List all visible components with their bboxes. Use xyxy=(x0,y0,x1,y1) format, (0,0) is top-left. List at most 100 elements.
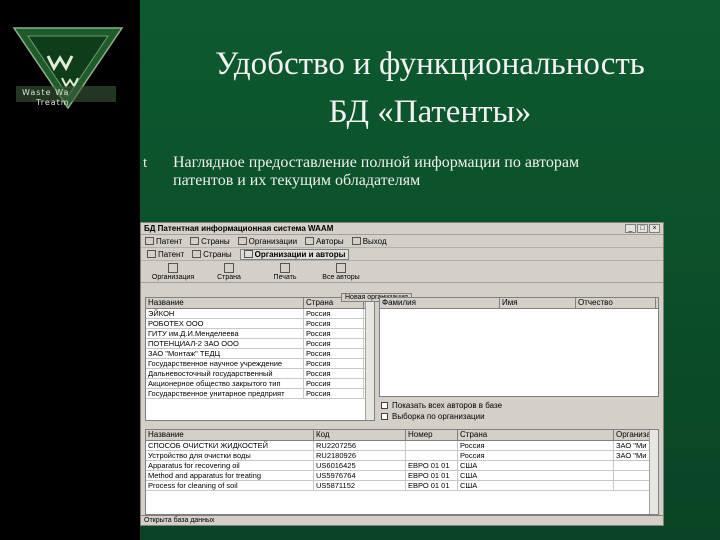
smiley-icon xyxy=(224,263,234,273)
toolbar-button-4[interactable]: Все авторы xyxy=(313,263,369,282)
table-row[interactable]: Государственное унитарное предприят Росси… xyxy=(146,389,374,399)
table-row[interactable]: Акционерное общество закрытого тип Россия xyxy=(146,379,374,389)
table-cell: Государственное научное учреждение xyxy=(146,359,304,368)
globe-icon xyxy=(192,250,202,258)
table-cell: US5871152 xyxy=(314,481,406,490)
authors-col-lastname[interactable]: Фамилия xyxy=(380,298,500,308)
table-cell: Россия xyxy=(304,339,364,348)
logo-line2: Treatm xyxy=(36,98,70,107)
authors-grid[interactable]: Фамилия Имя Отчество xyxy=(379,297,659,397)
patents-vscrollbar[interactable] xyxy=(649,430,658,514)
tab-2[interactable]: Страны xyxy=(192,250,232,259)
authors-col-firstname[interactable]: Имя xyxy=(500,298,576,308)
menu-item-4[interactable]: Авторы xyxy=(305,237,344,246)
window-title: БД Патентная информационная система WAAM xyxy=(144,224,334,233)
table-cell: RU2207256 xyxy=(314,441,406,450)
table-cell: США xyxy=(458,461,614,470)
table-cell: Акционерное общество закрытого тип xyxy=(146,379,304,388)
authors-col-patronymic[interactable]: Отчество xyxy=(576,298,656,308)
table-cell: Россия xyxy=(304,329,364,338)
table-cell: Россия xyxy=(304,369,364,378)
toolbar-button-label: Печать xyxy=(273,274,297,281)
table-row[interactable]: Устройство для очистки воды RU2180926 Росс… xyxy=(146,451,658,461)
close-button[interactable]: × xyxy=(649,224,660,233)
table-cell: Method and apparatus for treating xyxy=(146,471,314,480)
patents-grid[interactable]: Название Код Номер Страна Организация СП… xyxy=(145,429,659,515)
app-window: БД Патентная информационная система WAAM… xyxy=(140,222,664,526)
patents-col-code[interactable]: Код xyxy=(314,430,406,440)
menu-item-1[interactable]: Патент xyxy=(145,237,182,246)
table-cell: ЗАО "Монтаж" ТЕДЦ xyxy=(146,349,304,358)
menubar: Патент Страны Организации Авторы Выход xyxy=(141,235,663,248)
organizations-grid[interactable]: Название Страна ЭЙКОН Россия РОБОТЕХ ООО Ро… xyxy=(145,297,375,421)
logo-caption: Waste Wa Treatm xyxy=(22,88,70,108)
table-cell: Устройство для очистки воды xyxy=(146,451,314,460)
table-cell: США xyxy=(458,481,614,490)
globe-icon xyxy=(190,237,200,245)
status-bar: Открыта база данных xyxy=(141,515,663,525)
patents-col-title[interactable]: Название xyxy=(146,430,314,440)
table-cell: ПОТЕНЦИАЛ-2 ЗАО ООО xyxy=(146,339,304,348)
table-row[interactable]: ПОТЕНЦИАЛ-2 ЗАО ООО Россия xyxy=(146,339,374,349)
maximize-button[interactable]: □ xyxy=(637,224,648,233)
table-cell: US5976764 xyxy=(314,471,406,480)
authors-icon xyxy=(305,237,315,245)
menu-item-label: Авторы xyxy=(316,236,344,246)
table-row[interactable]: ЭЙКОН Россия xyxy=(146,309,374,319)
bullet-marker: t xyxy=(143,155,148,171)
table-cell xyxy=(406,451,458,460)
table-row[interactable]: Дальневосточный государственный Россия xyxy=(146,369,374,379)
table-cell xyxy=(614,461,654,470)
organization-icon xyxy=(168,263,178,273)
table-cell: Россия xyxy=(304,389,364,398)
menu-item-3[interactable]: Организации xyxy=(237,237,297,246)
toolbar-button-label: Страна xyxy=(217,274,241,281)
menu-item-2[interactable]: Страны xyxy=(190,237,230,246)
tab-label: Страны xyxy=(203,249,232,259)
table-row[interactable]: ГИТУ им.Д.И.Менделеева Россия xyxy=(146,329,374,339)
table-cell: Россия xyxy=(304,379,364,388)
table-row[interactable]: СПОСОБ ОЧИСТКИ ЖИДКОСТЕЙ RU2207256 Россия З… xyxy=(146,441,658,451)
patents-grid-header: Название Код Номер Страна Организация xyxy=(146,430,658,441)
show-all-authors-checkbox[interactable]: Показать всех авторов в базе xyxy=(381,401,502,410)
toolbar: Организация Страна Печать Все авторы xyxy=(141,261,663,283)
toolbar-button-2[interactable]: Страна xyxy=(201,263,257,282)
logo-line1: Waste Wa xyxy=(22,88,70,97)
table-cell: ГИТУ им.Д.И.Менделеева xyxy=(146,329,304,338)
table-cell: Россия xyxy=(304,309,364,318)
table-cell: Россия xyxy=(304,359,364,368)
patents-col-number[interactable]: Номер xyxy=(406,430,458,440)
bullet-text: Наглядное предоставление полной информац… xyxy=(173,154,580,189)
table-cell: СПОСОБ ОЧИСТКИ ЖИДКОСТЕЙ xyxy=(146,441,314,450)
patents-col-org[interactable]: Организация xyxy=(614,430,654,440)
patents-col-country[interactable]: Страна xyxy=(458,430,614,440)
toolbar-button-3[interactable]: Печать xyxy=(257,263,313,282)
table-cell: ЕВРО 01 01 xyxy=(406,471,458,480)
toolbar-button-1[interactable]: Организация xyxy=(145,263,201,282)
menu-item-5[interactable]: Выход xyxy=(351,237,387,246)
table-row[interactable]: Apparatus for recovering oil US6016425 ЕВР… xyxy=(146,461,658,471)
tab-label: Организации и авторы xyxy=(254,249,346,259)
table-cell: Process for cleaning of soil xyxy=(146,481,314,490)
table-cell: ЗАО "Ми xyxy=(614,441,654,450)
minimize-button[interactable]: _ xyxy=(625,224,636,233)
table-row[interactable]: ЗАО "Монтаж" ТЕДЦ Россия xyxy=(146,349,374,359)
tab-3[interactable]: Организации и авторы xyxy=(239,248,350,260)
printer-icon xyxy=(280,263,290,273)
exit-icon xyxy=(351,237,361,245)
table-row[interactable]: Method and apparatus for treating US59767… xyxy=(146,471,658,481)
table-cell: Россия xyxy=(304,349,364,358)
filter-by-org-checkbox[interactable]: Выборка по организации xyxy=(381,412,502,421)
orgs-vscrollbar[interactable] xyxy=(365,298,374,420)
menu-item-label: Страны xyxy=(201,236,230,246)
filter-by-org-label: Выборка по организации xyxy=(392,412,485,421)
table-cell: Государственное унитарное предприят xyxy=(146,389,304,398)
table-cell: US6016425 xyxy=(314,461,406,470)
patent-icon xyxy=(145,237,154,245)
table-cell: Дальневосточный государственный xyxy=(146,369,304,378)
table-row[interactable]: Process for cleaning of soil US5871152 ЕВР… xyxy=(146,481,658,491)
table-row[interactable]: Государственное научное учреждение Россия xyxy=(146,359,374,369)
table-row[interactable]: РОБОТЕХ ООО Россия xyxy=(146,319,374,329)
orgs-col-name[interactable]: Название xyxy=(146,298,304,308)
tab-1[interactable]: Патент xyxy=(147,250,184,259)
